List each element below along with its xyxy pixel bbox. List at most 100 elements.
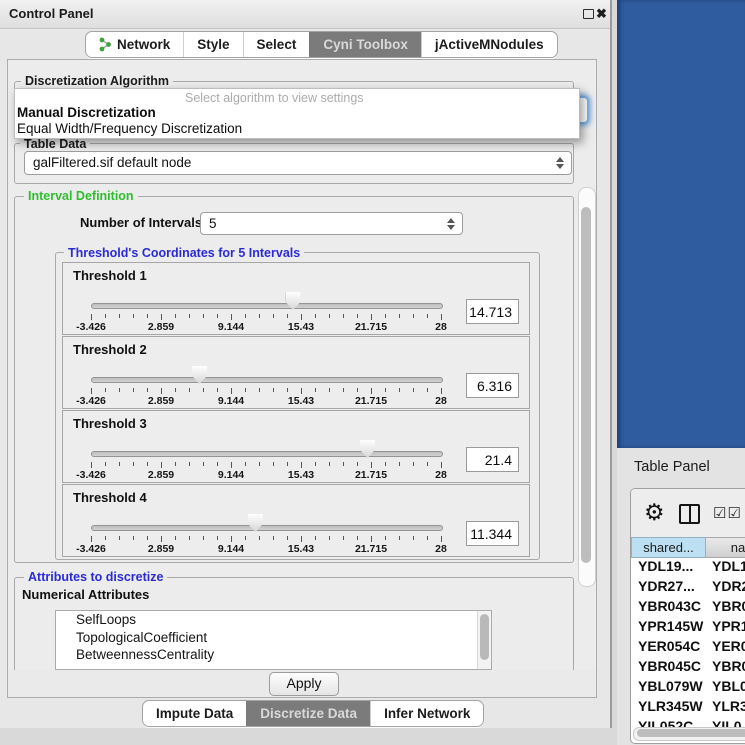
threshold-row-3: Threshold 3-3.4262.8599.14415.4321.71528… — [62, 410, 530, 483]
table-row[interactable]: YLR345WYLR3 — [631, 698, 745, 718]
dropdown-option-manual[interactable]: Manual Discretization — [15, 105, 579, 121]
table-header-row: shared...na — [631, 537, 745, 558]
tick-mark — [189, 388, 190, 392]
table-hscrollbar-thumb[interactable] — [637, 729, 745, 737]
gear-icon[interactable]: ⚙ — [644, 500, 665, 524]
table-row[interactable]: YER054CYER0 — [631, 638, 745, 658]
table-row[interactable]: YBR045CYBR0 — [631, 658, 745, 678]
tab-style[interactable]: Style — [183, 32, 242, 57]
tick-mark — [91, 462, 92, 468]
tick-mark — [105, 314, 106, 318]
settings-scrollbar-thumb[interactable] — [581, 207, 591, 563]
tick-label: 15.43 — [276, 469, 326, 481]
tick-mark — [329, 388, 330, 392]
table-rows: YDL19...YDL1YDR27...YDR2YBR043CYBR0YPR14… — [631, 558, 745, 743]
slider-track[interactable] — [91, 525, 443, 531]
tick-mark — [301, 314, 302, 320]
tick-mark — [315, 462, 316, 466]
tab-label: jActiveMNodules — [435, 32, 544, 57]
tick-mark — [385, 536, 386, 540]
network-window-frame: GAL80GACGAL11GAL4GCY1HHAP2 — [617, 0, 745, 448]
tab-select[interactable]: Select — [243, 32, 310, 57]
control-panel-window: Control Panel ✖ NetworkStyle Select Cyni T… — [0, 0, 612, 730]
attributes-scrollbar-thumb[interactable] — [480, 614, 489, 660]
tab-infer-network[interactable]: Infer Network — [370, 701, 483, 726]
tab-impute-data[interactable]: Impute Data — [143, 701, 246, 726]
tick-mark — [161, 388, 162, 394]
tick-mark — [441, 388, 442, 394]
tab-label: Impute Data — [156, 701, 233, 726]
tick-mark — [133, 388, 134, 392]
tab-discretize-data[interactable]: Discretize Data — [246, 701, 370, 726]
threshold-coordinates-title: Threshold's Coordinates for 5 Intervals — [64, 246, 304, 260]
table-row[interactable]: YBR043CYBR0 — [631, 598, 745, 618]
number-of-intervals-combobox[interactable]: 5 — [200, 212, 463, 235]
tick-mark — [371, 462, 372, 468]
slider-track[interactable] — [91, 377, 443, 383]
column-header-1[interactable]: shared... — [631, 537, 706, 558]
table-panel: Table Panel ⚙ ☑☑ shared...na YDL19...YDL… — [617, 448, 745, 745]
column-layout-icon[interactable] — [679, 504, 700, 524]
number-of-intervals-value: 5 — [209, 216, 217, 231]
threshold-value-field[interactable]: 6.316 — [466, 373, 519, 398]
tick-mark — [413, 462, 414, 466]
tick-mark — [203, 388, 204, 392]
apply-button[interactable]: Apply — [269, 672, 339, 696]
table-hscrollbar[interactable] — [633, 727, 745, 741]
table-row[interactable]: YPR145WYPR1 — [631, 618, 745, 638]
window-title: Control Panel — [9, 6, 94, 21]
column-header-2[interactable]: na — [706, 537, 745, 558]
threshold-value-field[interactable]: 14.713 — [466, 299, 519, 324]
cell-name: YPR1 — [706, 618, 745, 638]
cell-shared-name: YBL079W — [631, 678, 706, 698]
table-row[interactable]: YDR27...YDR2 — [631, 578, 745, 598]
tick-mark — [343, 388, 344, 392]
tick-label: 21.715 — [346, 395, 396, 407]
tab-network[interactable]: Network — [86, 32, 183, 57]
table-row[interactable]: YBL079WYBL0 — [631, 678, 745, 698]
attributes-scrollbar[interactable] — [477, 611, 491, 669]
tick-label: -3.426 — [66, 321, 116, 333]
slider-track[interactable] — [91, 451, 443, 457]
tab-jactivemnodules[interactable]: jActiveMNodules — [421, 32, 557, 57]
cell-name: YLR3 — [706, 698, 745, 718]
table-row[interactable]: YDL19...YDL1 — [631, 558, 745, 578]
tick-mark — [119, 314, 120, 318]
cell-name: YBL0 — [706, 678, 745, 698]
close-icon[interactable]: ✖ — [596, 6, 607, 22]
slider-track[interactable] — [91, 303, 443, 309]
tick-mark — [357, 314, 358, 318]
dropdown-placeholder: Select algorithm to view settings — [185, 91, 579, 105]
numerical-attributes-list[interactable]: SelfLoopsTopologicalCoefficientBetweenne… — [55, 610, 492, 670]
threshold-label: Threshold 4 — [73, 490, 147, 505]
tick-mark — [371, 314, 372, 320]
numerical-attributes-label: Numerical Attributes — [22, 587, 149, 602]
tick-mark — [273, 462, 274, 466]
table-toolbar: ⚙ ☑☑ — [631, 489, 745, 537]
tick-label: -3.426 — [66, 543, 116, 555]
tick-label: -3.426 — [66, 395, 116, 407]
tab-label: Select — [257, 32, 297, 57]
settings-scrollbar[interactable] — [578, 187, 596, 587]
tick-label: 9.144 — [206, 395, 256, 407]
checkbox-icons[interactable]: ☑☑ — [713, 504, 742, 522]
tick-mark — [217, 536, 218, 540]
tick-label: 2.859 — [136, 543, 186, 555]
tick-mark — [413, 536, 414, 540]
tick-mark — [147, 536, 148, 540]
table-data-combobox[interactable]: galFiltered.sif default node — [24, 151, 572, 175]
attribute-item-selfloops[interactable]: SelfLoops — [56, 611, 491, 629]
tick-mark — [357, 388, 358, 392]
float-window-icon[interactable] — [583, 9, 594, 19]
tick-mark — [217, 462, 218, 466]
threshold-value-field[interactable]: 11.344 — [466, 521, 519, 546]
tick-mark — [189, 314, 190, 318]
tick-label: 2.859 — [136, 469, 186, 481]
tab-cyni-toolbox[interactable]: Cyni Toolbox — [309, 32, 421, 57]
attribute-item-betweennesscentrality[interactable]: BetweennessCentrality — [56, 646, 491, 664]
attribute-item-topologicalcoefficient[interactable]: TopologicalCoefficient — [56, 629, 491, 647]
dropdown-option-equal-width[interactable]: Equal Width/Frequency Discretization — [15, 121, 579, 137]
tick-mark — [315, 314, 316, 318]
tick-mark — [231, 536, 232, 542]
threshold-value-field[interactable]: 21.4 — [466, 447, 519, 472]
